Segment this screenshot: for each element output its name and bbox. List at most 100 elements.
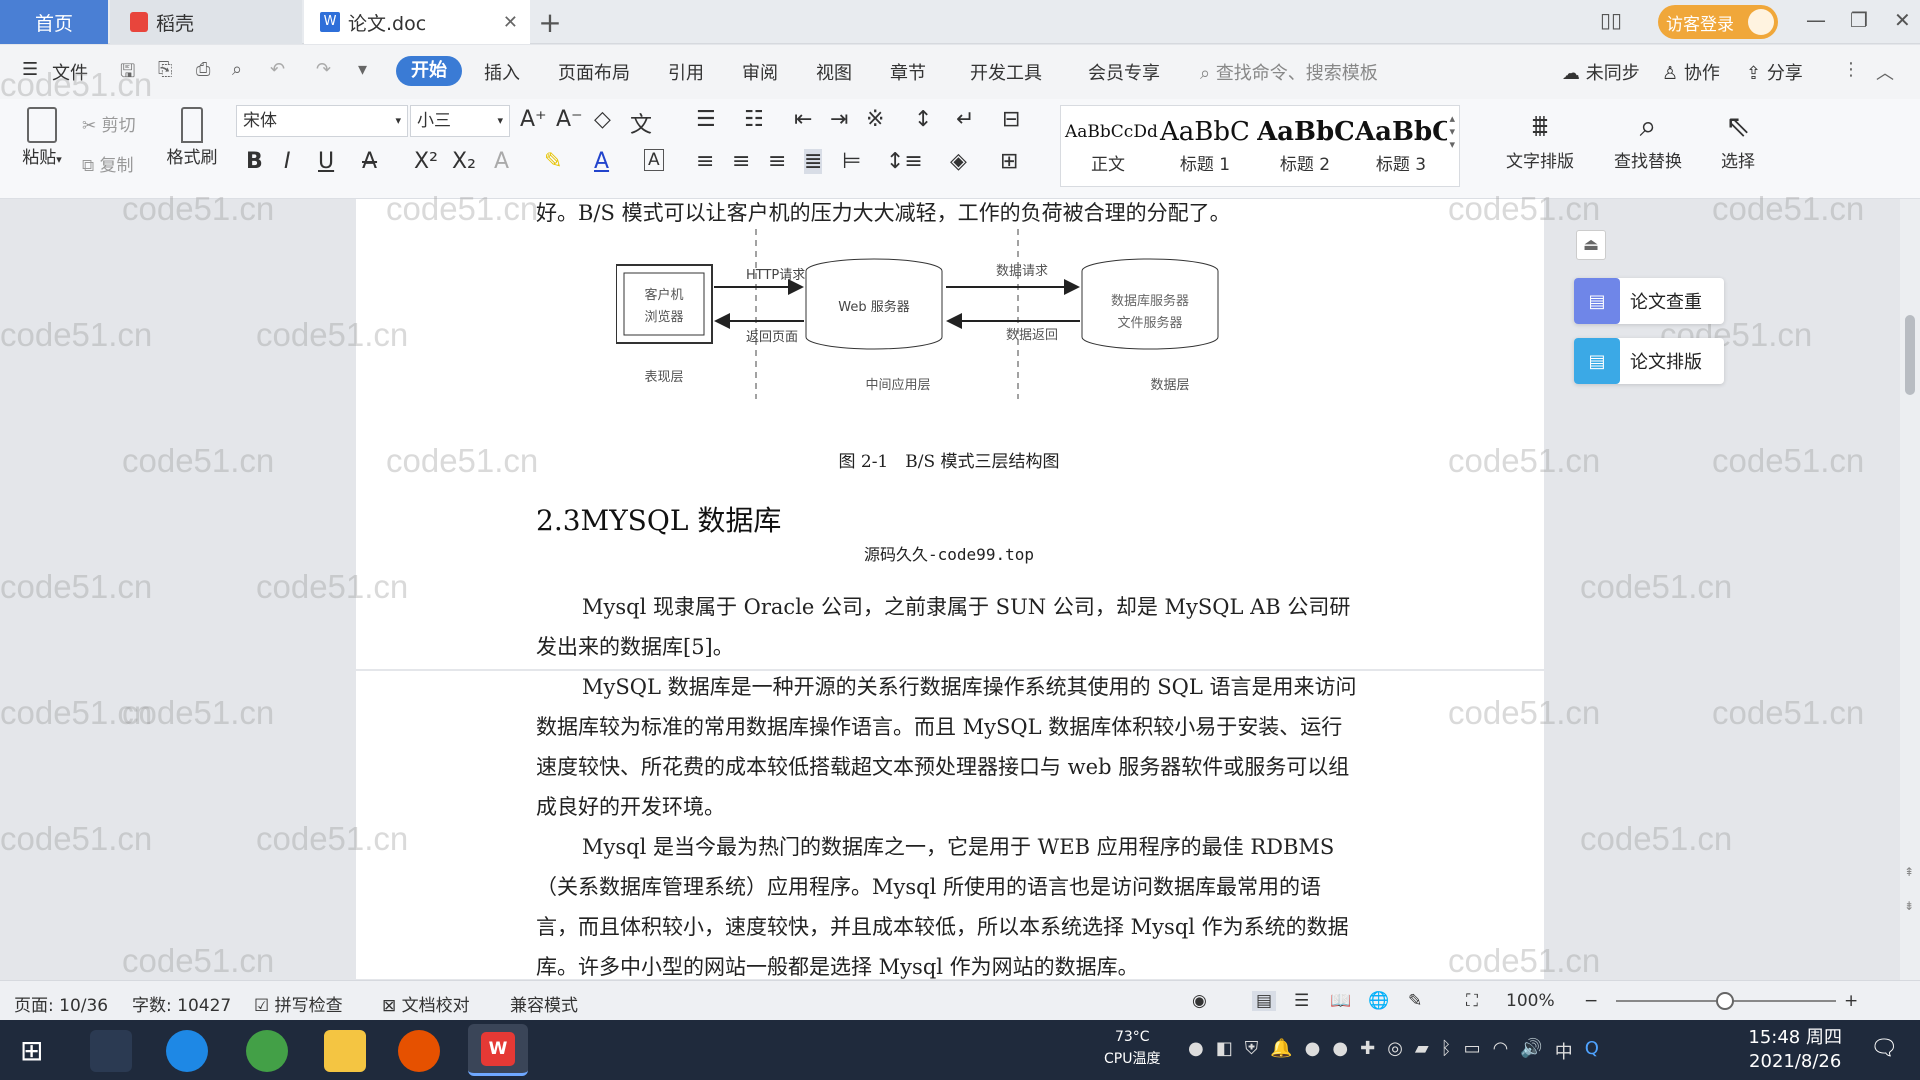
next-page-icon[interactable]: ⇟ xyxy=(1904,899,1914,913)
strikethrough-icon[interactable]: A xyxy=(362,149,377,174)
undo-icon[interactable]: ↶ xyxy=(270,59,285,80)
align-left-icon[interactable]: ≡ xyxy=(696,149,714,174)
paste-button[interactable]: 粘贴▾ xyxy=(14,107,70,168)
minimize-icon[interactable]: — xyxy=(1806,8,1826,32)
chinese-layout-icon[interactable]: ※ xyxy=(866,107,884,132)
align-right-icon[interactable]: ≡ xyxy=(768,149,786,174)
tray-app-icon[interactable]: ● xyxy=(1188,1038,1204,1064)
close-window-icon[interactable]: ✕ xyxy=(1894,8,1911,32)
style-normal[interactable]: AaBbCcDd 正文 xyxy=(1065,114,1158,175)
font-family-select[interactable]: 宋体 ▾ xyxy=(236,105,408,137)
spell-check-toggle[interactable]: ☑ 拼写检查 xyxy=(254,991,343,1016)
shrink-font-icon[interactable]: A⁻ xyxy=(556,107,583,132)
tray-app-icon[interactable]: ◎ xyxy=(1387,1038,1403,1064)
quick-access-dropdown-icon[interactable]: ▾ xyxy=(358,59,367,80)
reading-view-icon[interactable]: 📖 xyxy=(1330,991,1351,1011)
menu-view[interactable]: 视图 xyxy=(816,59,852,85)
redo-icon[interactable]: ↷ xyxy=(316,59,331,80)
tray-search-icon[interactable]: Q xyxy=(1585,1038,1599,1064)
taskbar-app-icon[interactable] xyxy=(90,1030,132,1072)
new-tab-button[interactable]: + xyxy=(536,0,564,44)
highlight-icon[interactable]: ✎ xyxy=(544,149,562,174)
taskbar-clock[interactable]: 15:48 周四 2021/8/26 xyxy=(1748,1026,1842,1074)
collapse-ribbon-icon[interactable]: ︿ xyxy=(1876,59,1894,85)
tray-battery-icon[interactable]: ▭ xyxy=(1464,1038,1481,1064)
menu-file[interactable]: 文件 xyxy=(52,59,88,85)
more-icon[interactable]: ⋮ xyxy=(1842,59,1860,80)
char-border-icon[interactable]: A xyxy=(644,149,664,171)
show-marks-icon[interactable]: ↵ xyxy=(956,107,974,132)
zoom-in-icon[interactable]: + xyxy=(1844,991,1858,1011)
menu-devtools[interactable]: 开发工具 xyxy=(970,59,1042,85)
cut-button[interactable]: ✂ 剪切 xyxy=(82,111,136,136)
font-color-icon[interactable]: A xyxy=(594,149,609,174)
tab-home[interactable]: 首页 xyxy=(0,0,108,44)
italic-icon[interactable]: I xyxy=(284,149,291,174)
document-page[interactable]: 好。B/S 模式可以让客户机的压力大大减轻，工作的负荷被合理的分配了。 客户机 … xyxy=(356,199,1544,979)
wps-taskbar-button[interactable]: W xyxy=(468,1024,528,1076)
page-view-icon[interactable]: ▤ xyxy=(1252,991,1277,1011)
tray-shield-icon[interactable]: ⛨ xyxy=(1245,1038,1259,1064)
format-painter-button[interactable]: 格式刷 xyxy=(162,107,222,168)
subscript-icon[interactable]: X₂ xyxy=(452,149,476,174)
numbered-list-icon[interactable]: ☷ xyxy=(744,107,764,132)
zoom-slider[interactable] xyxy=(1616,992,1836,1010)
style-heading-1[interactable]: AaBbC 标题 1 xyxy=(1157,114,1253,175)
notification-center-icon[interactable]: 🗨 xyxy=(1870,1036,1898,1061)
tray-bell-icon[interactable]: 🔔 xyxy=(1270,1038,1292,1064)
underline-icon[interactable]: U xyxy=(318,149,334,174)
tab-daoke[interactable]: 稻壳 xyxy=(110,0,302,44)
menu-reference[interactable]: 引用 xyxy=(668,59,704,85)
tray-nvidia-icon[interactable]: ▰ xyxy=(1415,1038,1429,1064)
zoom-level[interactable]: 100% xyxy=(1506,991,1555,1011)
page-indicator[interactable]: 页面: 10/36 xyxy=(14,991,108,1016)
ime-indicator[interactable]: 中 xyxy=(1555,1038,1573,1064)
bold-icon[interactable]: B xyxy=(246,149,263,174)
copy-button[interactable]: ⧉ 复制 xyxy=(82,151,134,176)
menu-review[interactable]: 审阅 xyxy=(742,59,778,85)
ie-browser-icon[interactable] xyxy=(166,1030,208,1072)
increase-indent-icon[interactable]: ⇥ xyxy=(830,107,848,132)
doc-proofread-button[interactable]: ⊠ 文档校对 xyxy=(382,991,470,1016)
command-search[interactable]: ⌕ 查找命令、搜索模板 xyxy=(1200,59,1378,85)
tab-document[interactable]: W 论文.doc ✕ xyxy=(304,0,530,44)
scrollbar-thumb[interactable] xyxy=(1905,315,1915,395)
web-view-icon[interactable]: 🌐 xyxy=(1368,991,1389,1011)
zoom-slider-handle[interactable] xyxy=(1716,992,1734,1010)
borders-icon[interactable]: ⊞ xyxy=(1000,149,1018,174)
cpu-temp-widget[interactable]: 73°C CPU温度 xyxy=(1104,1026,1160,1070)
shading-icon[interactable]: ◈ xyxy=(950,149,967,174)
tray-app-icon[interactable]: ● xyxy=(1332,1038,1348,1064)
bullet-list-icon[interactable]: ☰ xyxy=(696,107,716,132)
print-preview-icon[interactable]: ⌕ xyxy=(232,59,242,80)
word-count[interactable]: 字数: 10427 xyxy=(132,991,231,1016)
phonetic-icon[interactable]: 文 xyxy=(630,107,652,139)
sync-status[interactable]: ☁ 未同步 xyxy=(1562,59,1640,85)
save-icon[interactable]: 🖫 xyxy=(120,59,135,89)
vertical-scrollbar[interactable]: ⇞ ⇟ xyxy=(1900,199,1920,980)
layout-toggle-icon[interactable]: ▯▯ xyxy=(1600,8,1622,32)
browser-icon[interactable] xyxy=(246,1030,288,1072)
text-layout-button[interactable]: ⩩ 文字排版 xyxy=(1496,107,1584,172)
collapse-side-panel-icon[interactable]: ⏏ xyxy=(1576,230,1606,260)
fit-page-icon[interactable]: ⛶ xyxy=(1466,991,1478,1011)
styles-scroll-icon[interactable]: ▴ ▾ ▾ xyxy=(1449,112,1455,151)
file-explorer-icon[interactable] xyxy=(324,1030,366,1072)
style-heading-3[interactable]: AaBbC 标题 3 xyxy=(1355,114,1447,175)
grow-font-icon[interactable]: A⁺ xyxy=(520,107,547,132)
tab-stop-icon[interactable]: ⊟ xyxy=(1002,107,1020,132)
line-spacing-icon[interactable]: ↕≡ xyxy=(886,149,923,174)
restore-icon[interactable]: ❐ xyxy=(1850,8,1868,32)
outline-view-icon[interactable]: ☰ xyxy=(1294,991,1309,1011)
hamburger-icon[interactable]: ☰ xyxy=(22,59,38,80)
collaborate-button[interactable]: ♙ 协作 xyxy=(1662,59,1720,85)
sort-icon[interactable]: ↕ xyxy=(914,107,932,132)
share-button[interactable]: ⇪ 分享 xyxy=(1746,59,1803,85)
eye-protection-icon[interactable]: ◉ xyxy=(1192,991,1207,1011)
distributed-icon[interactable]: ⊨ xyxy=(842,149,861,174)
tray-wifi-icon[interactable]: ◠ xyxy=(1493,1038,1509,1064)
pen-icon[interactable]: ✎ xyxy=(1408,991,1422,1011)
prev-page-icon[interactable]: ⇞ xyxy=(1904,865,1914,879)
font-size-select[interactable]: 小三 ▾ xyxy=(410,105,510,137)
tray-network-app-icon[interactable]: ◧ xyxy=(1216,1038,1233,1064)
